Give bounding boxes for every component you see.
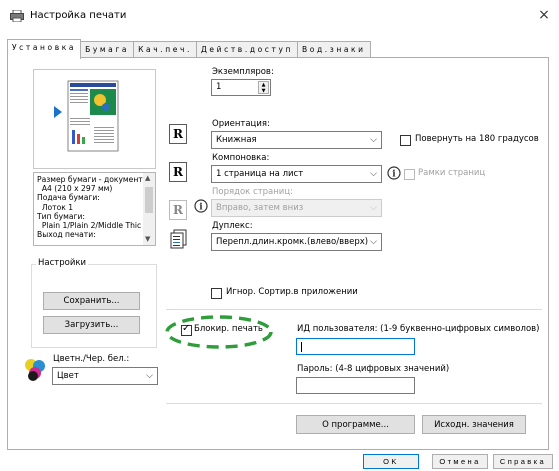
- page-order-icon: R: [169, 200, 187, 220]
- ignore-sort-label: Игнор. Сортир.в приложении: [226, 287, 358, 297]
- user-id-input[interactable]: [296, 338, 415, 355]
- rotate-180-checkbox[interactable]: [400, 135, 411, 146]
- info-icon[interactable]: i: [194, 199, 208, 213]
- scroll-up-icon[interactable]: ▲: [145, 174, 150, 182]
- layout-select[interactable]: 1 страница на лист ⌵: [211, 165, 382, 183]
- duplex-label: Дуплекс:: [212, 221, 253, 231]
- page-order-select[interactable]: Вправо, затем вниз ⌵: [211, 199, 382, 217]
- about-button[interactable]: О программе...: [296, 415, 415, 434]
- locked-print-checkbox[interactable]: [181, 323, 192, 336]
- document-preview-image: [54, 80, 119, 152]
- chevron-down-icon: ⌵: [370, 169, 377, 179]
- svg-text:i: i: [392, 170, 396, 180]
- text-cursor: [301, 342, 302, 352]
- ok-button[interactable]: OK: [363, 454, 419, 469]
- locked-print-label: Блокир. печать: [194, 324, 263, 334]
- copies-stepper[interactable]: ▲ ▼: [258, 81, 269, 94]
- restore-defaults-button[interactable]: Исходн. значения: [422, 415, 526, 434]
- tab-paper[interactable]: Бумага: [80, 41, 135, 58]
- color-mode-select[interactable]: Цвет ⌵: [52, 367, 158, 385]
- orientation-value: Книжная: [216, 135, 257, 145]
- settings-summary-list[interactable]: Размер бумаги - документ A4 (210 x 297 м…: [33, 172, 156, 246]
- scroll-down-icon[interactable]: ▼: [145, 235, 150, 243]
- tab-setup[interactable]: Установка: [7, 39, 82, 59]
- separator: [166, 309, 542, 310]
- orientation-select[interactable]: Книжная ⌵: [211, 131, 382, 149]
- tab-strip: Установка Бумага Кач.печ. Действ.доступ …: [7, 39, 371, 59]
- copies-value: 1: [216, 82, 222, 92]
- ignore-sort-checkbox[interactable]: [211, 288, 222, 299]
- chevron-down-icon: ⌵: [370, 203, 377, 213]
- help-button[interactable]: Справка: [493, 454, 553, 469]
- separator: [166, 403, 542, 404]
- password-input[interactable]: [296, 377, 415, 394]
- color-mode-label: Цветн./Чер. бел.:: [53, 354, 130, 364]
- duplex-value: Перепл.длин.кромк.(влево/вверх): [216, 237, 369, 247]
- layout-label: Компоновка:: [212, 153, 270, 163]
- cancel-button[interactable]: Отмена: [432, 454, 488, 469]
- page-preview: [33, 69, 156, 169]
- duplex-select[interactable]: Перепл.длин.кромк.(влево/вверх) ⌵: [211, 233, 382, 251]
- info-icon[interactable]: i: [387, 166, 401, 180]
- password-label: Пароль: (4-8 цифровых значений): [297, 364, 450, 374]
- orientation-label: Ориентация:: [212, 119, 270, 129]
- color-mode-icon: [25, 359, 45, 381]
- user-id-label: ИД пользователя: (1-9 буквенно-цифровых …: [297, 324, 540, 334]
- stepper-down-icon[interactable]: ▼: [259, 88, 268, 94]
- tab-watermarks[interactable]: Вод.знаки: [297, 41, 371, 58]
- page-order-value: Вправо, затем вниз: [216, 203, 304, 213]
- load-settings-button[interactable]: Загрузить...: [43, 316, 140, 334]
- copies-spinner[interactable]: 1 ▲ ▼: [211, 79, 271, 96]
- duplex-icon: [170, 229, 187, 249]
- save-settings-button[interactable]: Сохранить...: [43, 292, 140, 310]
- printer-icon: [10, 10, 24, 22]
- page-borders-label: Рамки страниц: [418, 168, 486, 178]
- summary-text: Размер бумаги - документ A4 (210 x 297 м…: [37, 175, 143, 240]
- summary-scrollbar[interactable]: ▲ ▼: [143, 173, 155, 245]
- chevron-down-icon: ⌵: [370, 237, 377, 247]
- tab-print-quality[interactable]: Кач.печ.: [133, 41, 197, 58]
- layout-icon: R: [169, 162, 187, 182]
- scroll-thumb[interactable]: [145, 187, 153, 213]
- rotate-180-label: Повернуть на 180 градусов: [415, 134, 539, 144]
- window-title: Настройка печати: [30, 10, 127, 21]
- layout-value: 1 страница на лист: [216, 169, 304, 179]
- chevron-down-icon: ⌵: [146, 371, 153, 381]
- chevron-down-icon: ⌵: [370, 135, 377, 145]
- close-button[interactable]: ×: [533, 4, 555, 26]
- page-order-label: Порядок страниц:: [212, 187, 293, 197]
- color-mode-value: Цвет: [57, 371, 79, 381]
- svg-text:i: i: [199, 203, 203, 213]
- title-bar: Настройка печати ×: [0, 0, 559, 32]
- orientation-icon: R: [169, 124, 187, 144]
- tab-access[interactable]: Действ.доступ: [195, 41, 299, 58]
- copies-label: Экземпляров:: [212, 67, 274, 77]
- page-borders-checkbox[interactable]: [404, 169, 415, 180]
- settings-group-title: Настройки: [36, 258, 89, 268]
